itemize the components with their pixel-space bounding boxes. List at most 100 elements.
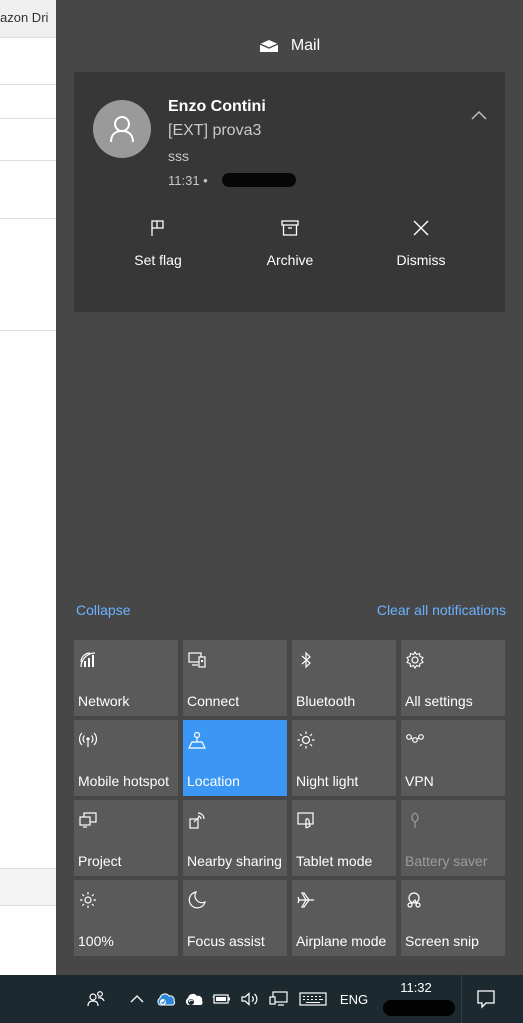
taskbar-clock[interactable]: 11:32	[393, 980, 439, 995]
nearby-sharing-icon	[189, 812, 205, 829]
tile-label: Tablet mode	[296, 853, 373, 869]
connect-icon	[188, 652, 206, 668]
tile-battery-saver[interactable]: Battery saver	[401, 800, 505, 876]
tile-all-settings[interactable]: All settings	[401, 640, 505, 716]
chevron-up-icon	[130, 995, 144, 1003]
input-language-button[interactable]: ENG	[334, 975, 374, 1023]
notification-sender: Enzo Contini	[168, 98, 266, 115]
night-light-icon	[297, 731, 315, 749]
tile-focus-assist[interactable]: Focus assist	[183, 880, 287, 956]
location-icon	[188, 731, 206, 749]
input-language-label: ENG	[339, 991, 369, 1007]
hotspot-icon	[78, 732, 98, 747]
bluetooth-icon	[301, 651, 311, 669]
mail-app-title: Mail	[290, 37, 321, 54]
archive-icon	[281, 220, 299, 236]
moon-icon	[188, 891, 206, 909]
tile-night-light[interactable]: Night light	[292, 720, 396, 796]
people-button[interactable]	[84, 975, 108, 1023]
tile-brightness[interactable]: 100%	[74, 880, 178, 956]
battery-saver-icon	[411, 812, 419, 828]
network-tray-button[interactable]	[267, 975, 291, 1023]
mail-notification-card[interactable]: Enzo Contini [EXT] prova3 sss 11:31 • Se…	[74, 72, 505, 312]
set-flag-label: Set flag	[134, 252, 182, 268]
person-icon	[110, 116, 134, 143]
touch-keyboard-button[interactable]	[297, 975, 329, 1023]
background-divider	[0, 118, 56, 119]
tile-network[interactable]: Network	[74, 640, 178, 716]
tile-vpn[interactable]: VPN	[401, 720, 505, 796]
tile-label: All settings	[405, 693, 473, 709]
cloud-sync-icon	[185, 993, 203, 1005]
mail-icon	[259, 40, 279, 52]
battery-icon	[212, 994, 230, 1004]
tile-airplane-mode[interactable]: Airplane mode	[292, 880, 396, 956]
set-flag-button[interactable]: Set flag	[98, 218, 218, 268]
tile-project[interactable]: Project	[74, 800, 178, 876]
tile-location[interactable]: Location	[183, 720, 287, 796]
chevron-up-icon[interactable]	[469, 108, 489, 122]
onedrive-personal-tray-button[interactable]	[182, 975, 206, 1023]
tile-label: Night light	[296, 773, 359, 789]
network-icon	[80, 652, 96, 668]
tile-label: Focus assist	[187, 933, 265, 949]
tile-mobile-hotspot[interactable]: Mobile hotspot	[74, 720, 178, 796]
tile-label: Bluetooth	[296, 693, 356, 709]
tile-label: 100%	[78, 933, 114, 949]
background-app-window: azon Dri	[0, 0, 56, 975]
background-divider	[0, 330, 56, 331]
speaker-icon	[241, 992, 258, 1006]
keyboard-icon	[299, 992, 327, 1006]
redaction-mark	[222, 173, 296, 187]
brightness-icon	[80, 892, 96, 908]
avatar	[93, 100, 151, 158]
background-divider	[0, 84, 56, 85]
flag-icon	[151, 220, 164, 236]
redaction-mark	[383, 1000, 455, 1016]
airplane-icon	[297, 892, 314, 908]
notification-preview: sss	[168, 148, 189, 164]
tablet-mode-icon	[297, 812, 314, 829]
vpn-icon	[406, 734, 424, 743]
tile-screen-snip[interactable]: Screen snip	[401, 880, 505, 956]
dismiss-button[interactable]: Dismiss	[361, 218, 481, 268]
tile-tablet-mode[interactable]: Tablet mode	[292, 800, 396, 876]
gear-icon	[406, 650, 424, 670]
collapse-link[interactable]: Collapse	[76, 602, 130, 618]
notification-time: 11:31 •	[168, 173, 208, 188]
background-app-tab[interactable]: azon Dri	[0, 0, 56, 38]
ethernet-icon	[269, 991, 288, 1006]
archive-label: Archive	[266, 252, 314, 268]
onedrive-icon	[157, 993, 176, 1006]
show-hidden-icons-button[interactable]	[127, 975, 147, 1023]
tile-label: VPN	[405, 773, 434, 789]
people-icon	[87, 991, 105, 1007]
action-center-panel: Mail Enzo Contini [EXT] prova3 sss 11:31…	[56, 0, 523, 975]
close-icon	[413, 220, 429, 236]
screen: azon Dri Mail Enzo Contini [EXT] prova3	[0, 0, 523, 1023]
tile-connect[interactable]: Connect	[183, 640, 287, 716]
clear-all-notifications-link[interactable]: Clear all notifications	[377, 602, 506, 618]
tile-label: Airplane mode	[296, 933, 387, 949]
background-row	[0, 868, 56, 906]
background-divider	[0, 160, 56, 161]
notification-subject: [EXT] prova3	[168, 122, 262, 139]
tile-label: Project	[78, 853, 122, 869]
project-icon	[79, 812, 97, 828]
tile-label: Connect	[187, 693, 240, 709]
battery-tray-button[interactable]	[211, 975, 233, 1023]
volume-tray-button[interactable]	[238, 975, 262, 1023]
screen-snip-icon	[407, 892, 421, 908]
mail-app-header[interactable]: Mail	[56, 28, 523, 64]
onedrive-tray-button[interactable]	[154, 975, 178, 1023]
tile-label: Screen snip	[405, 933, 479, 949]
archive-button[interactable]: Archive	[230, 218, 350, 268]
tile-bluetooth[interactable]: Bluetooth	[292, 640, 396, 716]
action-center-button[interactable]	[462, 975, 510, 1023]
tile-nearby-sharing[interactable]: Nearby sharing	[183, 800, 287, 876]
dismiss-label: Dismiss	[396, 252, 446, 268]
taskbar: ENG 11:32	[0, 975, 523, 1023]
tile-label: Battery saver	[405, 853, 488, 869]
tile-label: Network	[78, 693, 130, 709]
tile-label: Location	[187, 773, 240, 789]
